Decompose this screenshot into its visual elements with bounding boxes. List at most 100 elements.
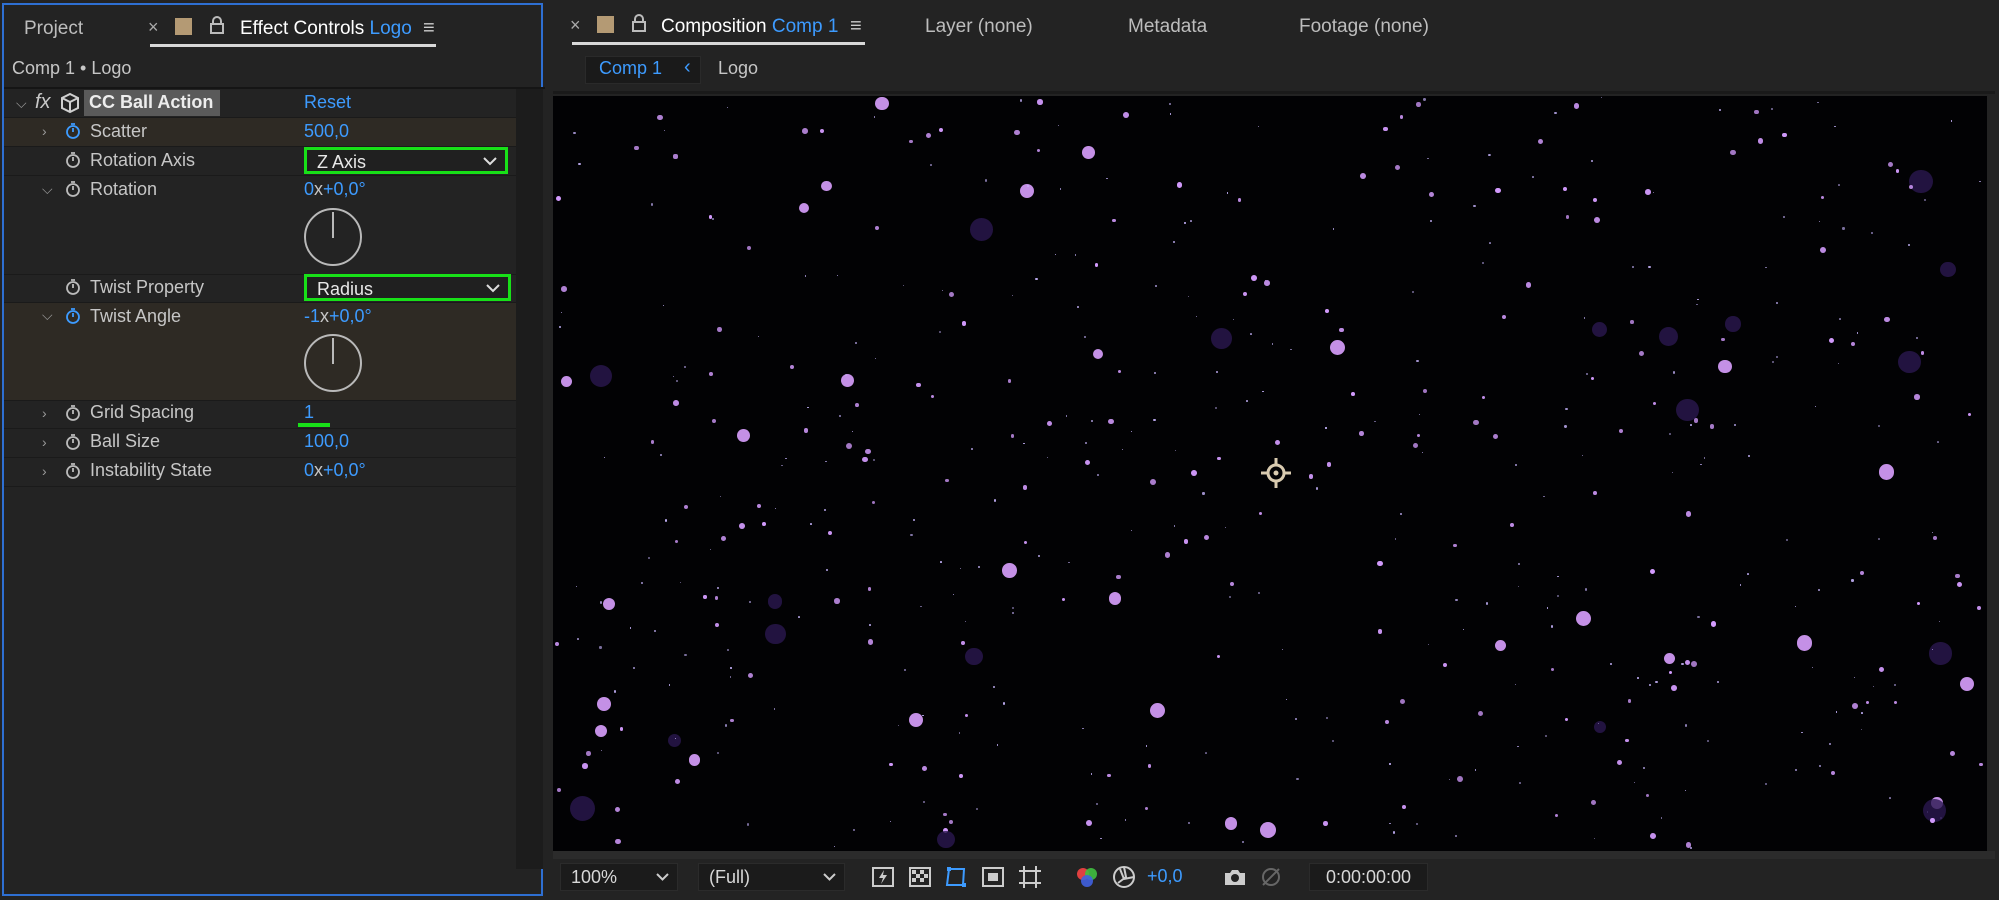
particle [1112, 219, 1116, 223]
particle [1195, 315, 1197, 317]
rotation-value[interactable]: 0x+0,0° [304, 179, 366, 200]
stopwatch-icon[interactable] [65, 405, 81, 421]
particle [916, 383, 921, 388]
particle [1394, 538, 1397, 540]
particle [1412, 442, 1419, 449]
lock-icon[interactable] [209, 16, 225, 34]
collapse-chevron-icon[interactable]: ⌵ [42, 181, 53, 198]
stopwatch-icon[interactable] [65, 181, 81, 197]
stopwatch-icon[interactable] [65, 279, 81, 295]
stopwatch-icon[interactable] [65, 463, 81, 479]
tab-project[interactable]: Project [24, 18, 83, 40]
mask-path-visibility-icon[interactable] [944, 865, 968, 889]
particle [614, 807, 620, 813]
panel-menu-icon[interactable]: ≡ [423, 17, 435, 40]
particle [775, 508, 777, 510]
particle [1550, 668, 1554, 672]
particle [720, 495, 722, 497]
particle [1399, 115, 1403, 119]
particle [1931, 531, 1934, 534]
particle [1696, 303, 1698, 306]
tab-layer[interactable]: Layer (none) [925, 16, 1033, 38]
breadcrumb-layer[interactable]: Logo [718, 58, 758, 79]
expand-chevron-icon[interactable]: › [42, 123, 47, 139]
transparency-grid-icon[interactable] [908, 865, 932, 889]
tab-footage[interactable]: Footage (none) [1299, 16, 1429, 38]
stopwatch-icon[interactable] [65, 152, 81, 168]
stopwatch-icon[interactable] [65, 434, 81, 450]
timecode-display[interactable]: 0:00:00:00 [1309, 863, 1428, 891]
snapshot-camera-icon[interactable] [1223, 865, 1247, 889]
grid-guide-icon[interactable] [1018, 865, 1042, 889]
particle [1591, 800, 1597, 805]
particle [1077, 306, 1079, 309]
tab-effect-controls[interactable]: Effect Controls Logo [240, 18, 412, 40]
particle [1710, 621, 1717, 627]
reset-button[interactable]: Reset [304, 92, 351, 113]
expand-chevron-icon[interactable]: › [42, 405, 47, 421]
particle [867, 639, 874, 645]
anchor-point-icon[interactable] [1261, 458, 1291, 488]
particle [939, 128, 944, 133]
twist-angle-value[interactable]: -1x+0,0° [304, 306, 372, 327]
particle [1462, 628, 1465, 631]
stopwatch-icon[interactable] [65, 123, 81, 139]
rotation-axis-dropdown[interactable]: Z Axis [304, 147, 508, 174]
twist-property-dropdown[interactable]: Radius [304, 274, 511, 301]
particle [961, 640, 966, 645]
show-snapshot-icon[interactable] [1259, 865, 1283, 889]
twist-angle-dial[interactable] [304, 334, 362, 392]
particle [1914, 394, 1920, 400]
fx-icon[interactable]: fx [35, 91, 51, 114]
particle [1487, 154, 1490, 157]
zoom-select[interactable]: 100% [560, 863, 678, 891]
particle [1631, 265, 1635, 268]
reset-exposure-icon[interactable] [1112, 865, 1136, 889]
exposure-value[interactable]: +0,0 [1147, 866, 1183, 887]
particle [875, 97, 889, 111]
particle [1014, 130, 1020, 136]
particle [1084, 459, 1090, 465]
collapse-chevron-icon[interactable]: ⌵ [42, 307, 53, 324]
particle [903, 668, 907, 672]
viewer-bottom-divider [553, 851, 1995, 859]
particle [1718, 108, 1722, 112]
region-of-interest-icon[interactable] [981, 865, 1005, 889]
channel-color-icon[interactable] [1075, 865, 1099, 889]
fast-preview-icon[interactable] [871, 865, 895, 889]
tab-metadata[interactable]: Metadata [1128, 16, 1207, 38]
rotation-dial[interactable] [304, 208, 362, 266]
close-tab-icon[interactable]: × [570, 15, 581, 36]
scrollbar-track[interactable] [516, 89, 543, 869]
collapse-chevron-icon[interactable]: ⌵ [16, 95, 27, 112]
panel-menu-icon[interactable]: ≡ [850, 15, 862, 38]
particle [1007, 379, 1012, 383]
breadcrumb-comp[interactable]: Comp 1 [599, 58, 662, 79]
particle [865, 449, 871, 455]
particle [1551, 625, 1554, 628]
grid-spacing-value[interactable]: 1 [304, 402, 314, 423]
particle [1210, 328, 1232, 349]
particle [634, 145, 639, 151]
expand-chevron-icon[interactable]: › [42, 463, 47, 479]
particle [1775, 355, 1779, 359]
particle [1281, 648, 1284, 651]
lock-icon[interactable] [631, 14, 647, 32]
particle [1495, 187, 1501, 194]
ball-size-value[interactable]: 100,0 [304, 431, 349, 452]
particle [827, 531, 832, 536]
effect-name[interactable]: CC Ball Action [89, 92, 213, 113]
chevron-down-icon [823, 873, 836, 881]
particle [1878, 464, 1895, 480]
particle [577, 638, 580, 640]
scatter-value[interactable]: 500,0 [304, 121, 349, 142]
particle [939, 331, 942, 334]
expand-chevron-icon[interactable]: › [42, 434, 47, 450]
tab-composition[interactable]: Composition Comp 1 [661, 16, 838, 38]
particle [1645, 793, 1650, 798]
composition-viewer[interactable] [553, 96, 1987, 851]
close-tab-icon[interactable]: × [148, 17, 159, 38]
stopwatch-icon[interactable] [65, 308, 81, 324]
instability-state-value[interactable]: 0x+0,0° [304, 460, 366, 481]
resolution-select[interactable]: (Full) [698, 863, 845, 891]
